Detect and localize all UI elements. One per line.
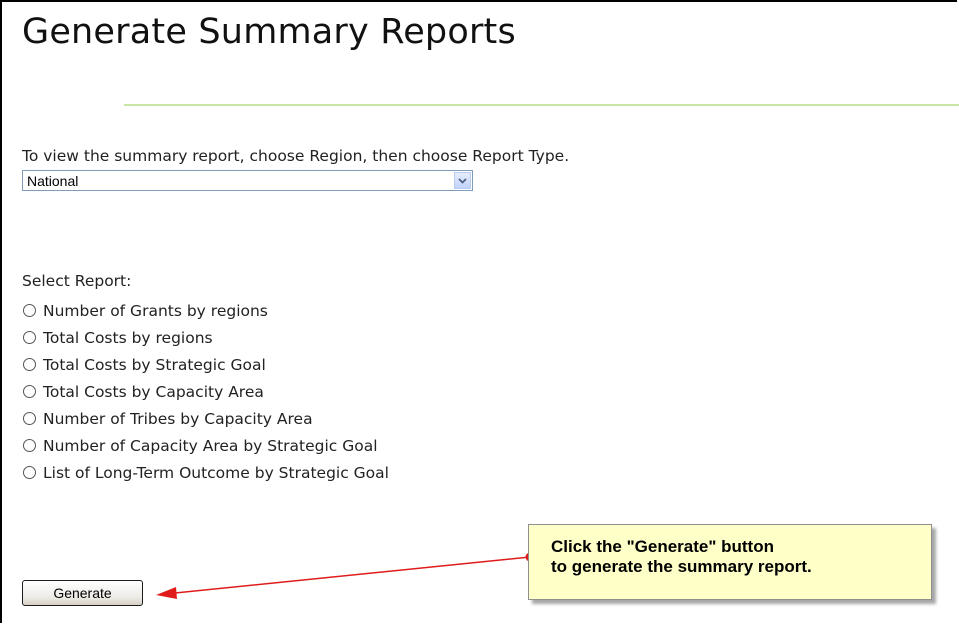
callout-line-2: to generate the summary report. <box>551 557 812 576</box>
callout-line-1: Click the "Generate" button <box>551 537 774 556</box>
callout-text: Click the "Generate" button to generate … <box>551 537 812 577</box>
callout-note: Click the "Generate" button to generate … <box>528 524 932 600</box>
